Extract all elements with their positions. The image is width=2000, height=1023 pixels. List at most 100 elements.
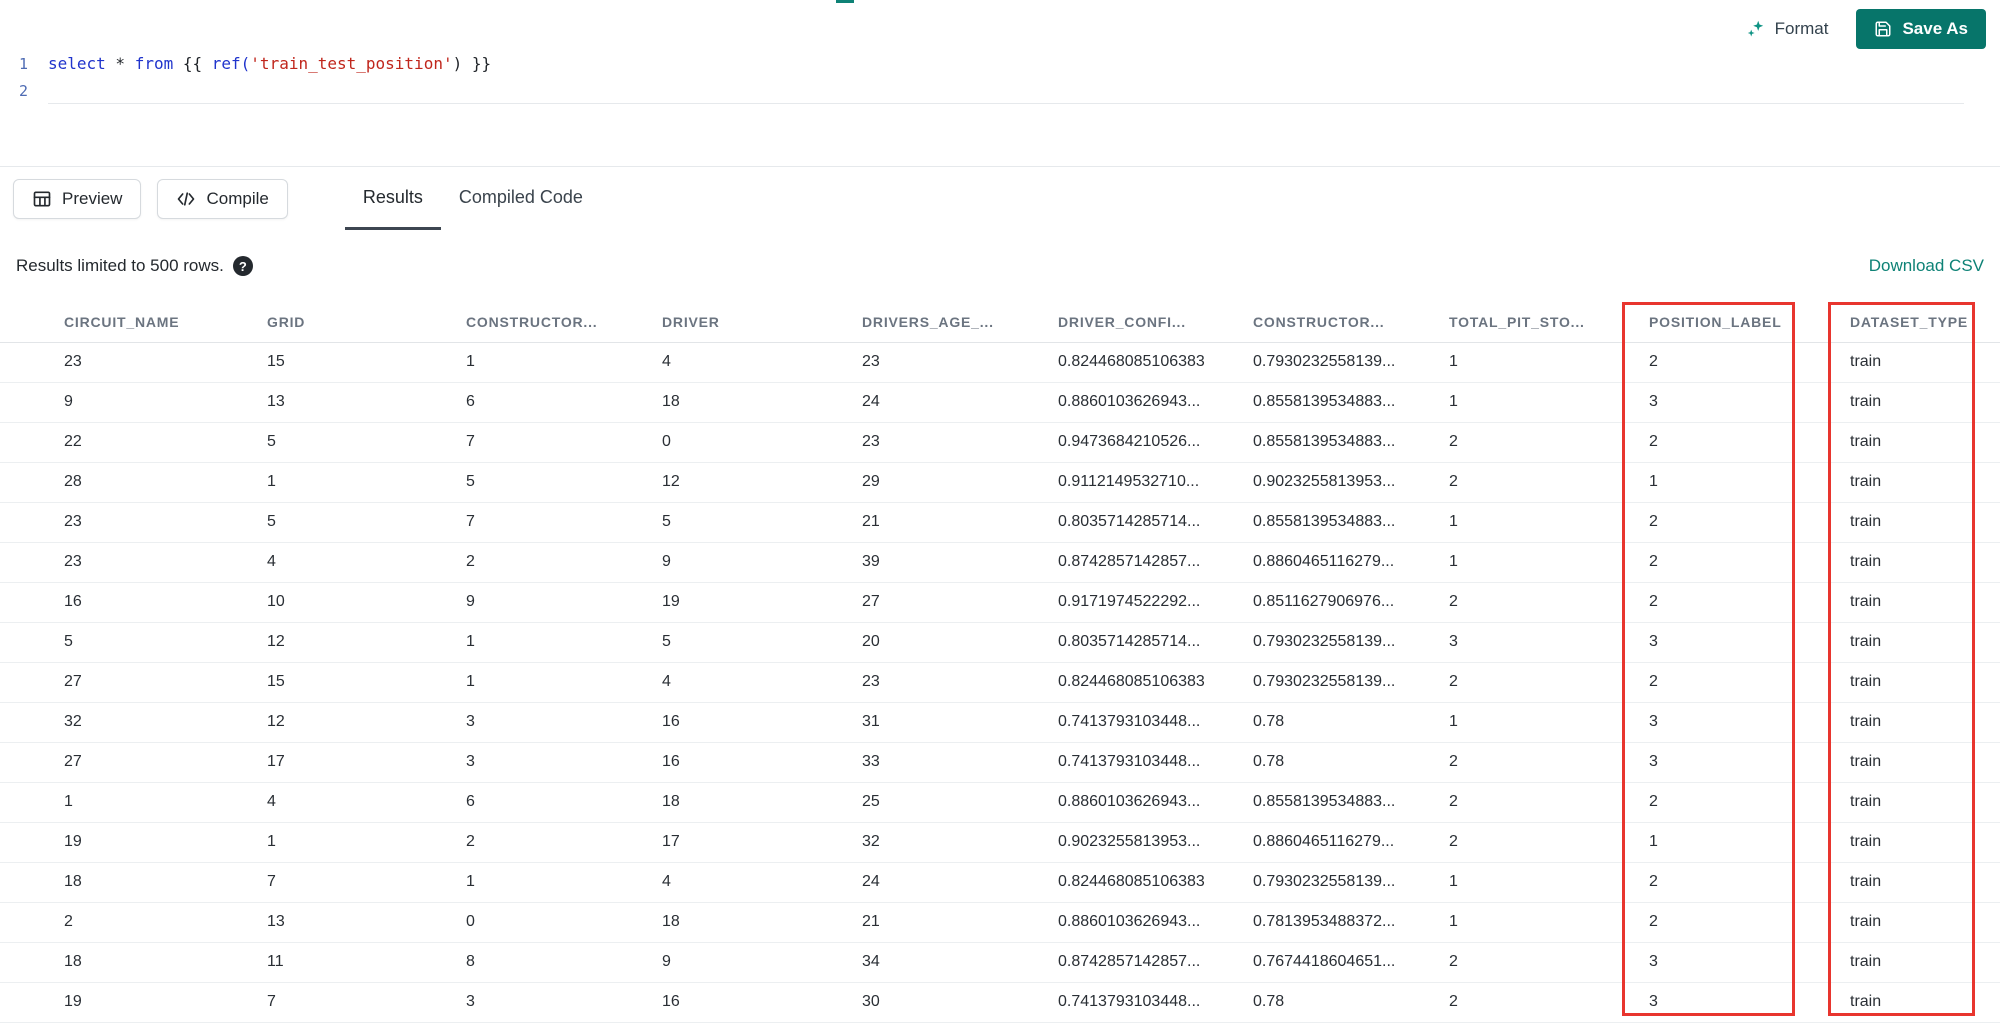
table-cell: 2 [1435,462,1635,503]
table-cell: 1 [1435,502,1635,543]
table-cell: 17 [648,822,848,863]
table-row: 23 5 7 5 21 0.8035714285714... 0.8558139534883… [0,502,2000,543]
table-cell: train [1836,662,2000,703]
preview-button[interactable]: Preview [13,178,142,219]
code-line[interactable]: 1 select * from {{ ref('train_test_posit… [0,50,2000,77]
table-cell: 15 [253,342,452,383]
table-row: 23 4 2 9 39 0.8742857142857... 0.8860465116279… [0,542,2000,583]
table-cell: 2 [1635,342,1836,383]
table-cell: 24 [848,862,1044,903]
tab-results[interactable]: Results [344,167,441,230]
table-cell: 15 [253,662,452,703]
sql-star: * [105,54,135,73]
table-cell: 0.8558139534883... [1239,422,1435,463]
column-header: POSITION_LABEL [1635,302,1836,343]
table-cell: 0.9171974522292... [1044,582,1239,623]
table-cell: 7 [253,862,452,903]
table-cell: 19 [0,982,253,1023]
column-header: CIRCUIT_NAME [0,302,253,343]
table-cell: train [1836,782,2000,823]
table-row: 5 12 1 5 20 0.8035714285714... 0.7930232558139… [0,622,2000,663]
column-header: DRIVER_CONFI... [1044,302,1239,343]
table-cell: 0.7413793103448... [1044,702,1239,743]
table-cell: 16 [648,742,848,783]
results-table: CIRCUIT_NAME GRID CONSTRUCTOR... DRIVER DRIV… [0,302,2000,1023]
column-header: DATASET_TYPE [1836,302,2000,343]
compile-label: Compile [206,188,269,208]
results-bar: Results limited to 500 rows. ? Download … [0,230,2000,302]
column-header: TOTAL_PIT_STO... [1435,302,1635,343]
table-cell: 3 [452,702,648,743]
table-cell: 23 [0,502,253,543]
table-row: 27 15 1 4 23 0.824468085106383 0.7930232558139… [0,662,2000,703]
table-cell: train [1836,382,2000,423]
column-header: CONSTRUCTOR... [1239,302,1435,343]
code-area[interactable]: 1 select * from {{ ref('train_test_posit… [0,0,2000,104]
jinja-open-braces: {{ [173,54,212,73]
table-cell: 0.8860465116279... [1239,542,1435,583]
table-cell: 0.8558139534883... [1239,502,1435,543]
table-cell: 2 [1435,662,1635,703]
results-table-wrap: CIRCUIT_NAME GRID CONSTRUCTOR... DRIVER DRIV… [0,302,2000,1023]
table-cell: 2 [452,822,648,863]
table-cell: 1 [452,862,648,903]
table-cell: train [1836,422,2000,463]
download-csv-link[interactable]: Download CSV [1869,256,1984,276]
table-cell: train [1836,502,2000,543]
table-cell: 33 [848,742,1044,783]
table-cell: 3 [1635,742,1836,783]
table-row: 22 5 7 0 23 0.9473684210526... 0.8558139534883… [0,422,2000,463]
table-cell: 31 [848,702,1044,743]
table-cell: 0 [648,422,848,463]
table-cell: 27 [0,742,253,783]
compile-button[interactable]: Compile [157,178,288,219]
table-cell: 29 [848,462,1044,503]
results-toolbar: Preview Compile Results Compiled Code [0,167,2000,230]
table-cell: 0.7413793103448... [1044,742,1239,783]
sparkles-icon [1747,20,1763,37]
table-cell: 5 [253,502,452,543]
table-cell: 0.8860103626943... [1044,782,1239,823]
table-cell: 9 [452,582,648,623]
table-cell: 0.824468085106383 [1044,662,1239,703]
table-cell: 32 [848,822,1044,863]
table-cell: 2 [1635,582,1836,623]
table-cell: 0.8558139534883... [1239,782,1435,823]
table-cell: 0.8742857142857... [1044,542,1239,583]
save-as-button[interactable]: Save As [1856,9,1986,49]
table-cell: 0.8742857142857... [1044,942,1239,983]
sql-editor: Format Save As 1 select * from {{ ref('t… [0,0,2000,167]
table-cell: 1 [452,662,648,703]
code-line-2-content [48,77,1964,104]
table-cell: 2 [1635,862,1836,903]
table-cell: 25 [848,782,1044,823]
table-cell: 1 [253,822,452,863]
tab-compiled-code[interactable]: Compiled Code [441,167,601,230]
line-number: 2 [18,81,28,100]
table-cell: 2 [1435,742,1635,783]
table-cell: 0.7930232558139... [1239,622,1435,663]
code-line[interactable]: 2 [0,77,2000,104]
table-cell: train [1836,902,2000,943]
table-cell: 4 [253,542,452,583]
table-cell: 3 [1635,702,1836,743]
table-cell: 0.7930232558139... [1239,862,1435,903]
table-cell: 12 [648,462,848,503]
table-cell: 4 [648,342,848,383]
table-cell: 0.7813953488372... [1239,902,1435,943]
table-cell: 1 [1435,862,1635,903]
table-cell: 3 [452,982,648,1023]
table-cell: 6 [452,382,648,423]
table-cell: 18 [648,382,848,423]
table-row: 18 11 8 9 34 0.8742857142857... 0.767441860465… [0,942,2000,983]
table-cell: 3 [1635,942,1836,983]
table-cell: 30 [848,982,1044,1023]
table-cell: train [1836,862,2000,903]
table-cell: 0.8035714285714... [1044,622,1239,663]
table-cell: 1 [1435,542,1635,583]
help-icon[interactable]: ? [232,256,253,276]
table-cell: 18 [0,862,253,903]
table-cell: 1 [1435,702,1635,743]
table-cell: 18 [0,942,253,983]
format-button[interactable]: Format [1746,19,1828,39]
